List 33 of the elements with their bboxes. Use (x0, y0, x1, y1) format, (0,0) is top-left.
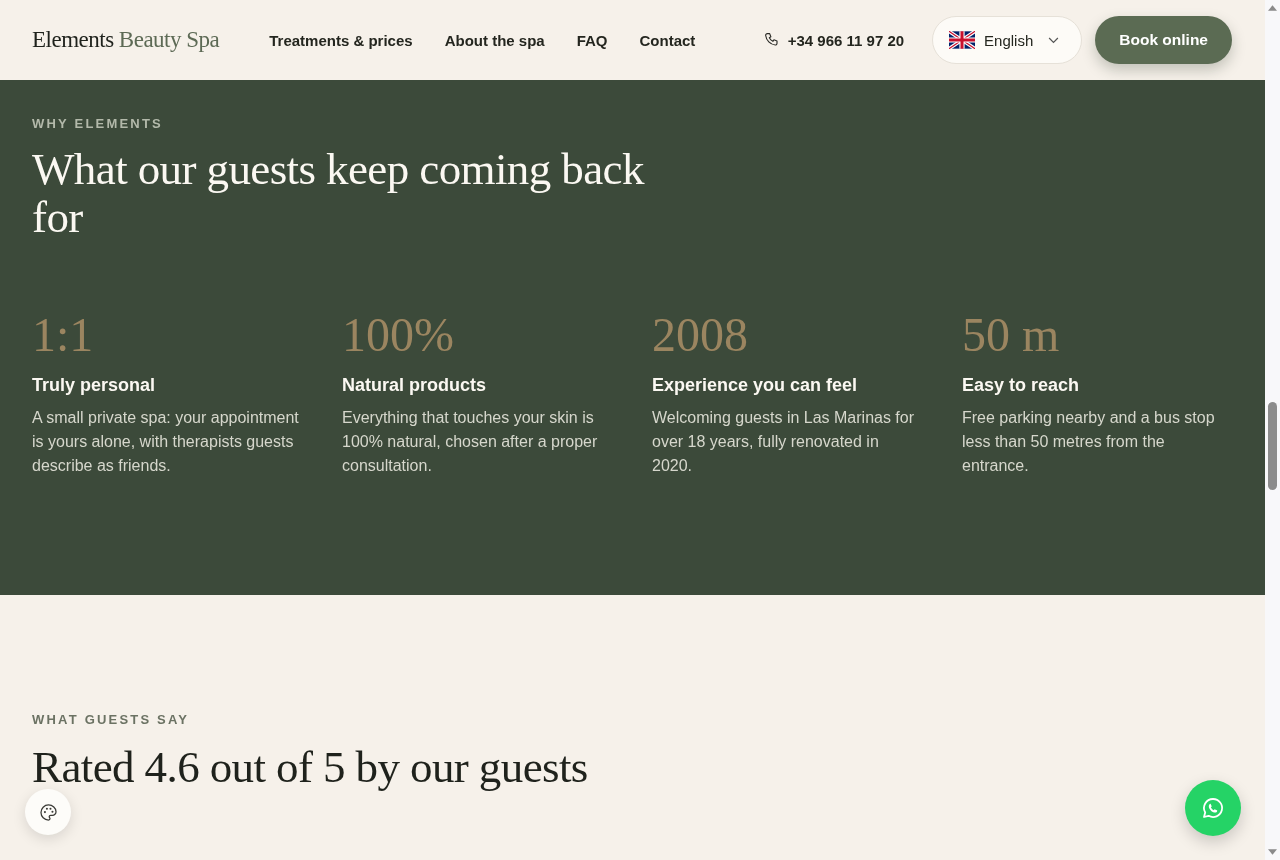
stat-title: Easy to reach (962, 375, 1081, 396)
language-selector[interactable]: English (932, 16, 1083, 64)
nav-link[interactable]: Treatments & prices (269, 31, 413, 49)
section-heading: Rated 4.6 out of 5 by our guests (32, 743, 589, 791)
stat-value: 2008 (652, 307, 749, 363)
section-eyebrow: WHY ELEMENTS (32, 116, 164, 131)
logo-link[interactable]: Elements Beauty Spa (32, 27, 220, 53)
scrollbar-thumb[interactable] (1268, 402, 1277, 490)
stat-value: 50 m (962, 307, 1061, 363)
phone-link[interactable]: +34 966 11 97 20 (787, 31, 905, 49)
nav-link[interactable]: FAQ (576, 31, 608, 49)
stat-description: Everything that touches your skin is 100% natural, chosen after a proper consultation. (342, 408, 599, 476)
chevron-down-icon (1048, 36, 1060, 44)
scroll-up-icon[interactable] (1268, 5, 1277, 11)
nav-link[interactable]: About the spa (444, 31, 545, 49)
nav-link[interactable]: Contact (639, 31, 696, 49)
section-eyebrow: WHAT GUESTS SAY (32, 712, 191, 727)
uk-flag-icon (949, 31, 976, 49)
stat-value: 1:1 (32, 307, 95, 363)
phone-icon (763, 32, 780, 48)
scroll-down-icon[interactable] (1268, 849, 1277, 855)
palette-icon (38, 802, 58, 822)
section-heading: What our guests keep coming back for (32, 145, 646, 241)
stat-title: Natural products (342, 375, 488, 396)
stat-description: Welcoming guests in Las Marinas for over 18 years, fully renovated in 2020. (652, 408, 916, 476)
scrollbar[interactable] (1265, 0, 1280, 860)
whatsapp-icon (1201, 796, 1225, 820)
stat-description: Free parking nearby and a bus stop less than 50 metres from the entrance. (962, 408, 1216, 476)
stat-description: A small private spa: your appointment is yours alone, with therapists guests describe as friends. (32, 408, 300, 476)
book-online-button[interactable]: Book online (1095, 16, 1232, 64)
stat-value: 100% (342, 307, 455, 363)
stat-title: Truly personal (32, 375, 157, 396)
stat-title: Experience you can feel (652, 375, 859, 396)
